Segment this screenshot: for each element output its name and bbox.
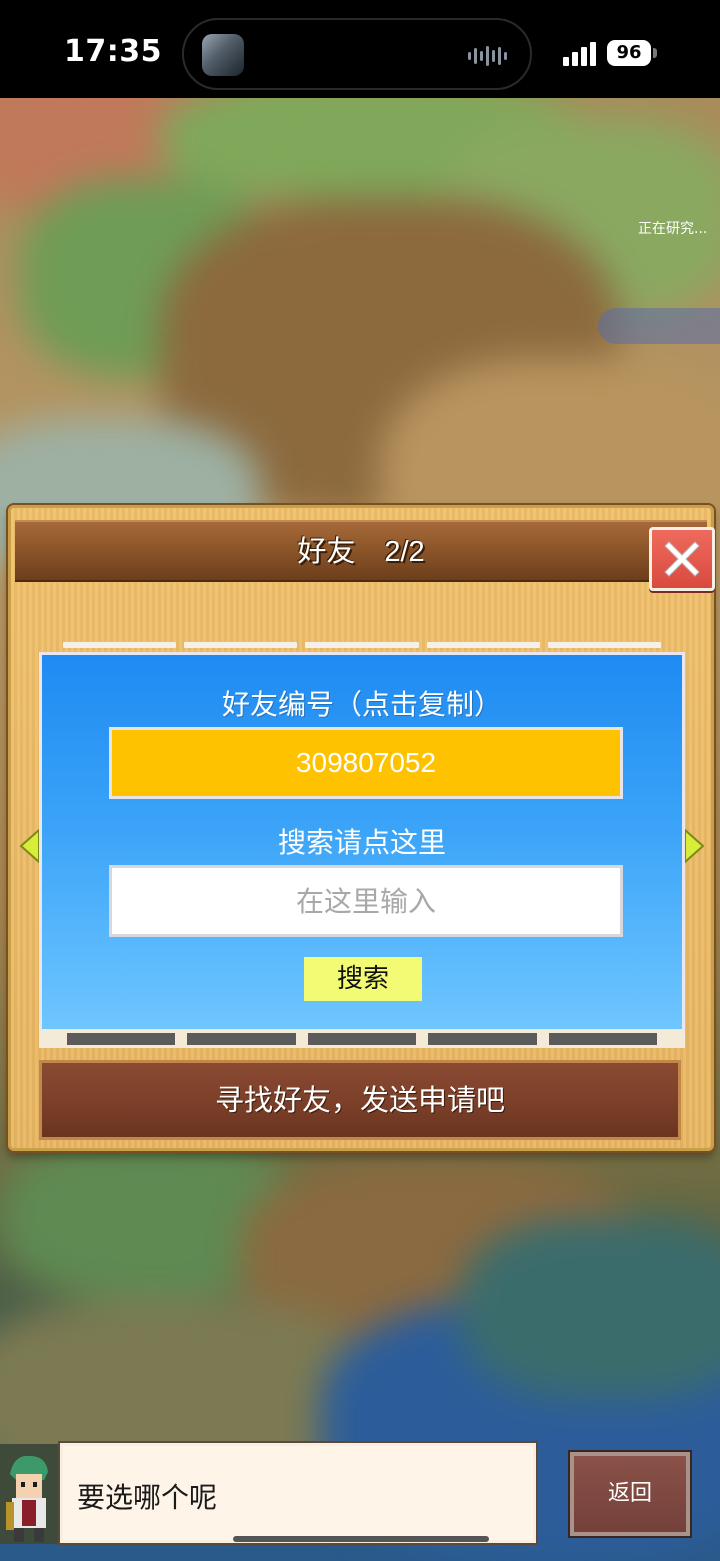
friend-search-input[interactable] [109,865,623,937]
audio-waveform-icon [468,45,508,67]
find-friend-message: 寻找好友，发送申请吧 [39,1060,681,1140]
cellular-signal-icon [563,40,599,66]
battery-tip [653,48,657,58]
speech-scrollbar [233,1536,489,1542]
app-thumbnail-icon [202,34,244,76]
research-status-pill[interactable] [598,308,720,344]
search-label: 搜索请点这里 [277,826,446,859]
dialog-title: 好友 2/2 [297,536,425,568]
page-indicator-top [39,642,685,650]
close-icon [664,541,700,577]
friend-search-panel: 好友编号（点击复制） 309807052 搜索请点这里 搜索 [39,652,685,1032]
chevron-right-icon[interactable] [683,826,707,866]
close-button[interactable] [649,527,715,591]
friend-dialog: 好友 2/2 好友编号（点击复制） 309807052 搜索请点这里 搜索 寻找… [8,505,715,1151]
status-bar: 17:35 96 [0,0,720,98]
battery-icon: 96 [607,40,651,66]
page-indicator-bottom [39,1030,685,1048]
status-time: 17:35 [64,34,162,69]
research-status-text: 正在研究... [638,221,708,237]
back-button[interactable]: 返回 [570,1452,690,1536]
chevron-left-icon[interactable] [17,826,41,866]
npc-avatar [0,1444,60,1544]
friend-id-label: 好友编号（点击复制） [221,688,502,721]
friend-id-copy-field[interactable]: 309807052 [109,727,623,799]
dialog-header: 好友 2/2 [15,520,715,591]
dynamic-island[interactable] [182,18,532,90]
npc-speech-bubble: 要选哪个呢 [60,1443,536,1543]
npc-message: 要选哪个呢 [77,1481,218,1514]
search-button[interactable]: 搜索 [304,957,422,1001]
